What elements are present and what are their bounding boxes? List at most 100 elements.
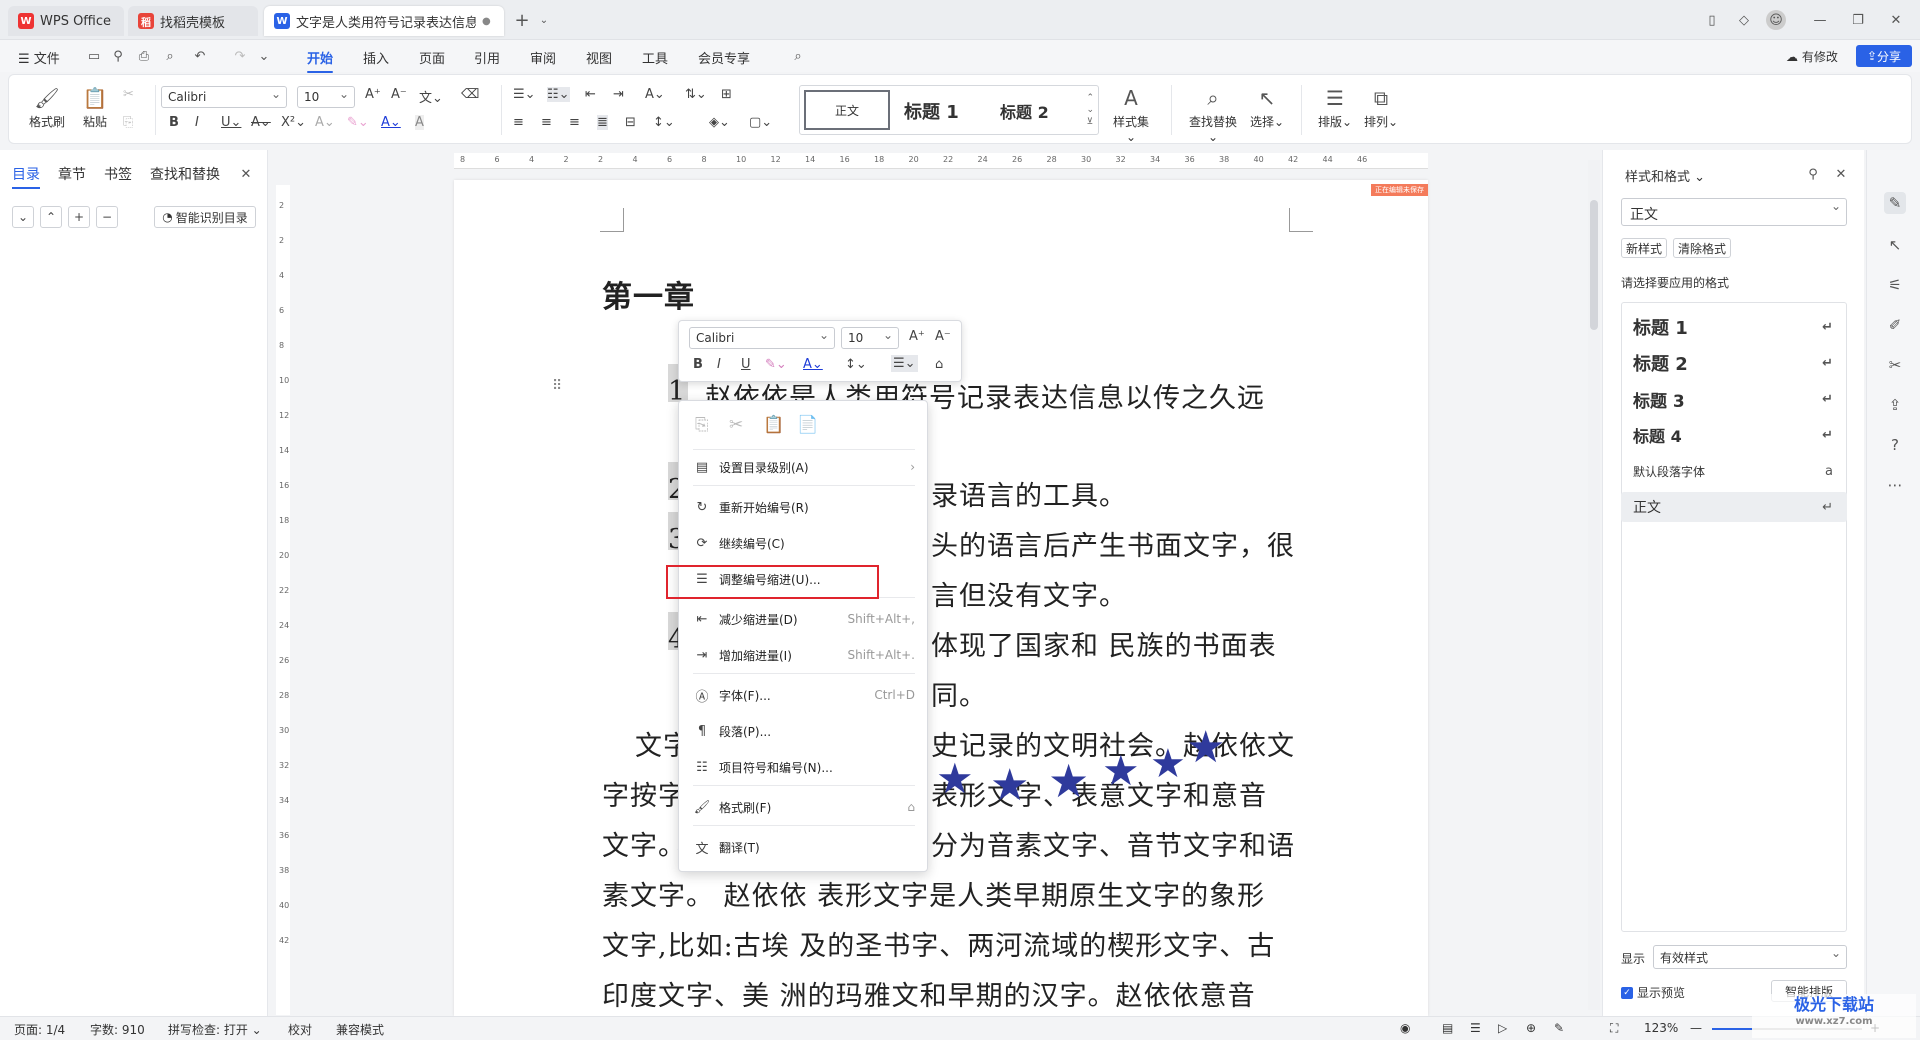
adjust-icon[interactable]: ⚟ <box>1884 274 1906 296</box>
paste-button[interactable]: 📋 粘贴 <box>73 83 117 130</box>
smart-toc-button[interactable]: ◔ 智能识别目录 <box>154 206 256 228</box>
tab-document[interactable]: W 文字是人类用符号记录表达信息以 ● <box>264 6 504 36</box>
select-cursor-icon[interactable]: ↖ <box>1884 234 1906 256</box>
add-icon[interactable]: + <box>68 206 90 228</box>
star-shape[interactable]: ★ <box>1102 750 1140 792</box>
menu-item[interactable]: ⇥ 增加缩进量(I) Shift+Alt+. <box>679 641 929 669</box>
select-button[interactable]: ↖ 选择⌄ <box>1245 83 1289 130</box>
share-button[interactable]: ⇪ 分享 <box>1856 45 1912 67</box>
indent-icon[interactable]: ⇥ <box>613 87 624 102</box>
italic-icon[interactable]: I <box>195 115 199 130</box>
eye-icon[interactable]: ◉ <box>1400 1021 1410 1035</box>
close-pane-icon[interactable]: ✕ <box>236 164 256 184</box>
redo-icon[interactable]: ↷ <box>230 46 250 66</box>
tab-chapter[interactable]: 章节 <box>58 164 86 184</box>
unsaved-dot-icon[interactable]: ● <box>482 16 491 27</box>
style-pen-icon[interactable]: ✎ <box>1884 192 1906 214</box>
star-shape[interactable]: ★ <box>1150 744 1186 784</box>
minimize-icon[interactable]: — <box>1810 10 1830 30</box>
justify-icon[interactable]: ≣ <box>597 115 608 130</box>
modified-indicator[interactable]: ☁ 有修改 <box>1786 48 1838 65</box>
web-view-icon[interactable]: ⊕ <box>1526 1021 1536 1035</box>
style-item-normal[interactable]: 正文 ↵ <box>1621 492 1847 522</box>
menu-item[interactable]: 🖌 格式刷(F) ⌂ <box>679 793 929 821</box>
close-pane-icon[interactable]: ✕ <box>1831 164 1851 184</box>
font-color-icon[interactable]: A⌄ <box>381 115 401 130</box>
current-style-select[interactable]: 正文 <box>1621 198 1847 226</box>
vertical-ruler[interactable]: 2 2 4 6 8 10 12 14 16 18 20 22 24 26 28 30 32 34 36 38 40 42 <box>276 185 290 1015</box>
tab-bookmark[interactable]: 书签 <box>104 164 132 184</box>
undo-icon[interactable]: ↶ <box>190 46 210 66</box>
menu-member[interactable]: 会员专享 <box>698 48 750 67</box>
star-shape[interactable]: ★ <box>990 764 1029 808</box>
outdent-icon[interactable]: ⇤ <box>585 87 596 102</box>
tab-find-replace[interactable]: 查找和替换 <box>150 164 220 184</box>
mini-line-spacing-icon[interactable]: ↕⌄ <box>845 357 867 372</box>
collapse-icon[interactable]: ⌃ <box>40 206 62 228</box>
phonetic-icon[interactable]: 文⌄ <box>419 87 443 106</box>
help-icon[interactable]: ? <box>1884 434 1906 456</box>
style-item-heading3[interactable]: 标题 3 ↵ <box>1621 384 1847 414</box>
zoom-out-icon[interactable]: — <box>1690 1021 1702 1035</box>
mini-underline-icon[interactable]: U <box>741 357 751 372</box>
star-shape[interactable]: ★ <box>1186 726 1225 770</box>
spell-check[interactable]: 拼写检查: 打开 ⌄ <box>168 1021 262 1038</box>
restore-icon[interactable]: ❐ <box>1848 10 1868 30</box>
edit-icon[interactable]: ✐ <box>1884 314 1906 336</box>
file-menu[interactable]: ☰ 文件 <box>18 48 60 67</box>
outline-view-icon[interactable]: ☰ <box>1470 1021 1481 1035</box>
page-view-icon[interactable]: ▤ <box>1442 1021 1453 1035</box>
shrink-font-icon[interactable]: A⁻ <box>391 87 407 102</box>
bullet-list-icon[interactable]: ☰⌄ <box>513 87 536 102</box>
cut-icon[interactable]: ✂ <box>123 87 134 102</box>
font-size-select[interactable]: 10 <box>297 86 355 108</box>
page-indicator[interactable]: 页面: 1/4 <box>14 1021 65 1038</box>
distributed-icon[interactable]: ⊟ <box>625 115 636 130</box>
zoom-level[interactable]: 123% <box>1644 1021 1678 1035</box>
text-effect-icon[interactable]: A⌄ <box>315 115 335 130</box>
paste-special-icon[interactable]: 📄 <box>797 415 818 435</box>
search-icon[interactable]: ⌕ <box>788 46 808 66</box>
mini-highlight-icon[interactable]: ✎⌄ <box>765 357 787 372</box>
menu-reference[interactable]: 引用 <box>474 48 500 67</box>
avatar[interactable]: ☺ <box>1766 10 1786 30</box>
line-spacing-icon[interactable]: ↕⌄ <box>653 115 675 130</box>
star-shape[interactable]: ★ <box>936 758 974 800</box>
style-set-button[interactable]: A 样式集⌄ <box>1109 83 1153 144</box>
layout-button[interactable]: ☰ 排版⌄ <box>1313 83 1357 130</box>
play-icon[interactable]: ▷ <box>1498 1021 1507 1035</box>
tab-toc[interactable]: 目录 <box>12 164 40 189</box>
style-heading2[interactable]: 标题 2 <box>1000 99 1049 123</box>
menu-item[interactable]: ¶ 段落(P)... <box>679 717 929 745</box>
menu-item[interactable]: 文翻译(T) <box>679 833 929 861</box>
menu-review[interactable]: 审阅 <box>530 48 556 67</box>
pin-painter-icon[interactable]: ⌂ <box>907 800 915 814</box>
share-doc-icon[interactable]: ⚲ <box>108 46 128 66</box>
save-icon[interactable]: ▭ <box>84 46 104 66</box>
preview-checkbox[interactable]: ✓ 显示预览 <box>1621 984 1685 1001</box>
sort-icon[interactable]: ⇅⌄ <box>685 87 707 102</box>
find-replace-button[interactable]: ⌕ 查找替换⌄ <box>1185 83 1241 144</box>
layout-icon[interactable]: ▯ <box>1702 10 1722 30</box>
format-painter-button[interactable]: 🖌 格式刷 <box>25 83 69 130</box>
mini-paragraph-icon[interactable]: ☰⌄ <box>891 355 918 372</box>
share-icon[interactable]: ⇪ <box>1884 394 1906 416</box>
pin-icon[interactable]: ⚲ <box>1803 164 1823 184</box>
mini-font-size-select[interactable]: 10 <box>841 327 899 349</box>
style-item-heading4[interactable]: 标题 4 ↵ <box>1621 420 1847 450</box>
superscript-icon[interactable]: X²⌄ <box>281 115 306 130</box>
mini-bold-icon[interactable]: B <box>693 357 703 372</box>
strikethrough-icon[interactable]: A⌄ <box>251 115 271 130</box>
align-right-icon[interactable]: ≡ <box>569 115 580 130</box>
style-gallery[interactable]: 正文 标题 1 标题 2 ⌃ ⌄ ⊻ <box>799 85 1099 135</box>
align-center-icon[interactable]: ≡ <box>541 115 552 130</box>
styles-pane-title[interactable]: 样式和格式 ⌄ <box>1625 166 1705 185</box>
numbered-list-icon[interactable]: ☷⌄ <box>547 87 570 102</box>
tab-list-chevron-icon[interactable]: ⌄ <box>534 10 554 30</box>
mini-font-color-icon[interactable]: A⌄ <box>803 357 823 372</box>
grow-font-icon[interactable]: A⁺ <box>365 87 381 102</box>
tab-wps-office[interactable]: W WPS Office <box>8 6 124 36</box>
new-tab-button[interactable]: + <box>512 10 532 31</box>
mini-format-painter-icon[interactable]: ⌂ <box>935 357 943 372</box>
menu-item[interactable]: ▤ 设置目录级别(A) › <box>679 453 929 481</box>
